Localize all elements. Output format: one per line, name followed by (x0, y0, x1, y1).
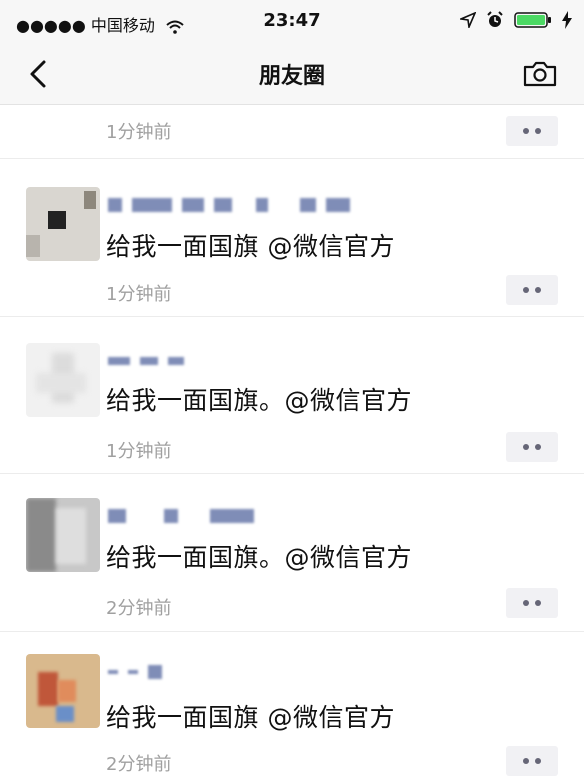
avatar-blur-block (26, 235, 40, 257)
dot-icon (535, 600, 541, 606)
post-content: 给我一面国旗 @微信官方 (106, 703, 395, 732)
moment-post: 给我一面国旗 @微信官方 1分钟前 (0, 159, 584, 317)
nav-bar: 朋友圈 (0, 44, 584, 105)
avatar-blur-block (56, 706, 74, 722)
avatar-blur-block (84, 191, 96, 209)
moment-post: 1分钟前 (0, 105, 584, 159)
post-content: 给我一面国旗。@微信官方 (106, 543, 413, 572)
dot-icon (523, 444, 529, 450)
post-time: 1分钟前 (106, 122, 172, 143)
avatar[interactable] (26, 498, 100, 572)
post-content: 给我一面国旗。@微信官方 (106, 386, 413, 415)
charging-icon (562, 11, 572, 29)
avatar[interactable] (26, 654, 100, 728)
status-bar: ●●●●● 中国移动 23:47 (0, 0, 584, 44)
username-blurred[interactable] (108, 508, 254, 524)
moment-post: 给我一面国旗。@微信官方 1分钟前 (0, 317, 584, 474)
moment-post: 给我一面国旗。@微信官方 2分钟前 (0, 474, 584, 632)
more-actions-button[interactable] (506, 746, 558, 776)
avatar-blur-block (38, 672, 58, 706)
post-time: 1分钟前 (106, 284, 172, 305)
avatar-blur-block (36, 373, 86, 393)
post-time: 2分钟前 (106, 754, 172, 775)
dot-icon (523, 758, 529, 764)
post-time: 2分钟前 (106, 598, 172, 619)
more-actions-button[interactable] (506, 432, 558, 462)
username-blurred[interactable] (108, 353, 184, 369)
dot-icon (523, 128, 529, 134)
dot-icon (535, 758, 541, 764)
avatar-blur-block (48, 211, 66, 229)
moments-feed[interactable]: 1分钟前 给我一面国旗 @微信官方 1分钟前 给我一面国旗。@微信官方 1分钟前 (0, 105, 584, 781)
username-blurred[interactable] (108, 197, 350, 213)
avatar-blur-block (58, 680, 76, 702)
moment-post: 给我一面国旗 @微信官方 2分钟前 (0, 632, 584, 781)
more-actions-button[interactable] (506, 116, 558, 146)
location-arrow-icon (460, 12, 476, 28)
dot-icon (523, 287, 529, 293)
post-content: 给我一面国旗 @微信官方 (106, 232, 395, 261)
more-actions-button[interactable] (506, 588, 558, 618)
more-actions-button[interactable] (506, 275, 558, 305)
avatar[interactable] (26, 187, 100, 261)
alarm-icon (487, 11, 503, 27)
status-right-icons (460, 11, 572, 29)
avatar-blur-block (26, 498, 56, 572)
page-title: 朋友圈 (258, 64, 325, 89)
username-blurred[interactable] (108, 664, 162, 680)
avatar-blur-block (56, 508, 86, 564)
avatar[interactable] (26, 343, 100, 417)
dot-icon (535, 128, 541, 134)
battery-icon (514, 12, 551, 28)
camera-icon[interactable] (522, 60, 558, 88)
post-time: 1分钟前 (106, 441, 172, 462)
dot-icon (535, 444, 541, 450)
dot-icon (535, 287, 541, 293)
dot-icon (523, 600, 529, 606)
